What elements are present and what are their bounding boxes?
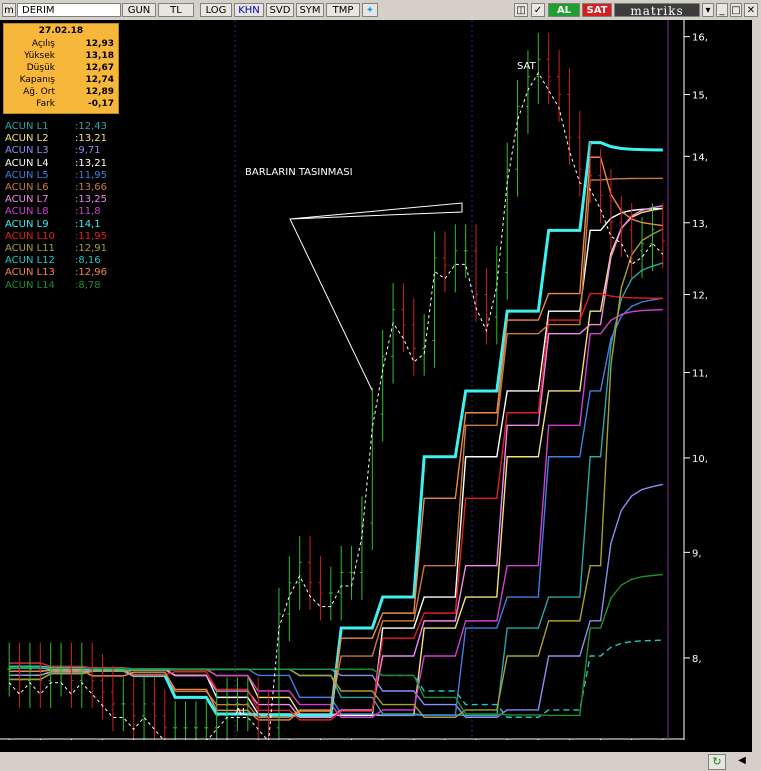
info-label: Fark — [36, 99, 55, 109]
info-row: Kapanış 12,74 — [4, 75, 118, 87]
info-row: Yüksek 13,18 — [4, 51, 118, 63]
y-tick-label: 8, — [692, 654, 702, 665]
dropdown-icon[interactable]: ▾ — [702, 3, 714, 17]
info-value: 12,89 — [85, 87, 114, 97]
svd-button[interactable]: SVD — [266, 3, 294, 17]
legend-name: ACUN L5 — [5, 169, 49, 181]
y-tick-label: 12, — [692, 291, 708, 302]
y-tick-label: 10, — [692, 454, 708, 465]
copy-icon[interactable]: ◫ — [514, 3, 528, 17]
legend-value: :11,8 — [75, 206, 101, 218]
chart-background — [0, 20, 752, 740]
template-button[interactable]: TMP — [326, 3, 360, 17]
legend-name: ACUN L1 — [5, 121, 49, 132]
legend-name: ACUN L14 — [5, 279, 55, 291]
info-label: Ağ. Ort — [23, 87, 55, 97]
info-label: Düşük — [26, 63, 55, 73]
scroll-left-icon[interactable]: ◀ — [736, 754, 748, 768]
legend-name: ACUN L10 — [5, 230, 55, 242]
minimize-icon[interactable]: _ — [716, 3, 728, 17]
sell-signal-label: SAT — [517, 61, 536, 72]
info-value: -0,17 — [88, 99, 114, 109]
legend-value: :8,16 — [75, 255, 101, 267]
info-row: Açılış 12,93 — [4, 39, 118, 51]
matriks-logo: matriks — [614, 3, 700, 18]
y-tick-label: 9, — [692, 548, 702, 559]
info-label: Yüksek — [24, 51, 55, 61]
symbol-field[interactable]: DERIM — [17, 3, 121, 17]
sym-button[interactable]: SYM — [296, 3, 324, 17]
info-label: Kapanış — [19, 75, 55, 85]
restore-icon[interactable]: □ — [730, 3, 742, 17]
buy-signal-label: AL — [235, 707, 248, 718]
trend-label: BARLARIN TASINMASI — [245, 167, 353, 178]
buy-button[interactable]: AL — [548, 3, 580, 17]
y-tick-label: 13, — [692, 219, 708, 230]
bottom-bar: ↻ ◀ — [0, 752, 761, 771]
info-value: 12,93 — [85, 39, 114, 49]
y-tick-label: 14, — [692, 152, 708, 163]
info-row: Fark -0,17 — [4, 99, 118, 111]
legend-name: ACUN L4 — [5, 157, 49, 169]
info-row: Düşük 12,67 — [4, 63, 118, 75]
khn-button[interactable]: KHN — [234, 3, 264, 17]
info-value: 12,67 — [85, 63, 114, 73]
check-icon[interactable]: ✓ — [531, 3, 545, 17]
sell-button[interactable]: SAT — [582, 3, 612, 17]
legend-value: :11,95 — [75, 169, 107, 181]
symbol-menu-icon[interactable]: m — [2, 3, 16, 17]
legend-value: :12,43 — [75, 121, 107, 132]
info-date: 27.02.18 — [38, 26, 84, 36]
legend-name: ACUN L13 — [5, 267, 55, 279]
legend-name: ACUN L6 — [5, 182, 49, 193]
y-tick-label: 16, — [692, 33, 708, 44]
legend-value: :13,66 — [75, 182, 107, 193]
refresh-icon[interactable]: ↻ — [708, 754, 726, 770]
ohlc-info-box: 27.02.18 Açılış 12,93 Yüksek 13,18 Düşük 12,6… — [3, 23, 119, 114]
info-value: 12,74 — [85, 75, 114, 85]
legend-name: ACUN L7 — [5, 194, 49, 206]
legend-name: ACUN L12 — [5, 255, 55, 267]
legend-value: :11,95 — [75, 230, 107, 242]
log-button[interactable]: LOG — [200, 3, 232, 17]
legend-name: ACUN L2 — [5, 133, 49, 145]
close-icon[interactable]: ✕ — [744, 3, 758, 17]
legend-value: :13,21 — [75, 157, 107, 169]
info-value: 13,18 — [85, 51, 114, 61]
currency-button[interactable]: TL — [158, 3, 194, 17]
info-row: Ağ. Ort 12,89 — [4, 87, 118, 99]
price-chart[interactable]: 16,15,14,13,12,11,10,9,8, 12.1701.1802.1… — [0, 20, 752, 740]
legend-name: ACUN L11 — [5, 243, 55, 254]
legend-name: ACUN L9 — [5, 218, 49, 230]
y-tick-label: 15, — [692, 90, 708, 101]
twitter-icon[interactable]: ✦ — [362, 3, 378, 17]
legend-value: :8,78 — [75, 279, 101, 291]
legend-name: ACUN L3 — [5, 145, 49, 157]
legend-value: :12,96 — [75, 267, 107, 279]
y-tick-label: 11, — [692, 368, 708, 379]
legend-value: :14,1 — [75, 218, 101, 230]
legend-value: :12,91 — [75, 243, 107, 254]
legend-name: ACUN L8 — [5, 206, 49, 218]
legend-value: :9,71 — [75, 145, 101, 157]
vertical-scrollbar[interactable] — [752, 20, 761, 755]
toolbar: m DERIM GUN TL LOG KHN SVD SYM TMP ✦ ◫ ✓… — [0, 0, 761, 21]
legend-value: :13,25 — [75, 194, 107, 206]
legend-value: :13,21 — [75, 133, 107, 145]
period-button[interactable]: GUN — [122, 3, 156, 17]
info-label: Açılış — [31, 39, 55, 49]
